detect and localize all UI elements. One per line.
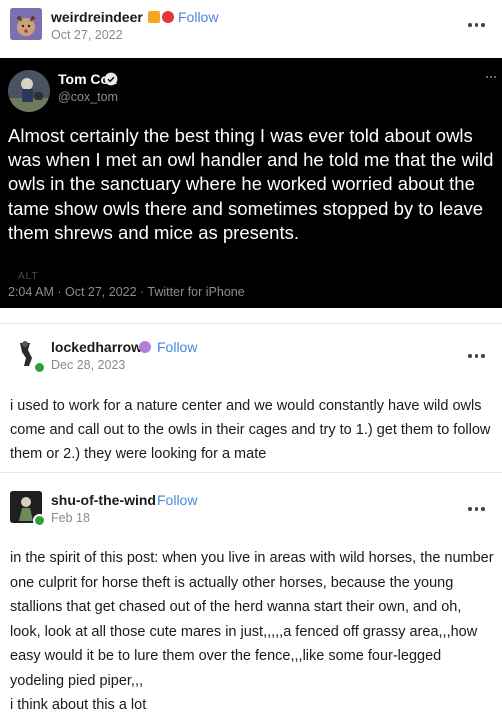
tweet-more-icon (486, 76, 496, 78)
post-header-shu-of-the-wind: shu-of-the-wind Follow Feb 18 (0, 483, 502, 531)
follow-button[interactable]: Follow (157, 492, 197, 508)
online-status-indicator (33, 361, 46, 374)
avatar-weirdreindeer[interactable] (10, 8, 42, 40)
tweet-text: Almost certainly the best thing I was ev… (8, 125, 494, 243)
more-options-icon[interactable] (468, 504, 488, 514)
tweet-avatar (8, 70, 50, 112)
purple-badge-icon (139, 341, 151, 353)
red-badge-icon (162, 11, 174, 23)
alt-tag: ALT (18, 271, 39, 282)
person-avatar-icon (8, 70, 50, 112)
follow-button[interactable]: Follow (157, 339, 197, 355)
embedded-tweet: Tom Cox @cox_tom Almost certainly the be… (0, 58, 502, 308)
post-header-lockedharrow: lockedharrow Follow Dec 28, 2023 (0, 330, 502, 378)
reply-text: i used to work for a nature center and w… (10, 398, 491, 462)
post-date: Feb 18 (51, 511, 90, 525)
post-date: Oct 27, 2022 (51, 28, 123, 42)
post-date: Dec 28, 2023 (51, 358, 126, 372)
follow-button[interactable]: Follow (178, 9, 218, 25)
tweet-author-handle: @cox_tom (58, 90, 118, 104)
tweet-meta: 2:04 AM · Oct 27, 2022 · Twitter for iPh… (8, 285, 245, 299)
username[interactable]: shu-of-the-wind (51, 492, 156, 508)
verified-icon (104, 72, 118, 86)
gift-badge-icon (148, 11, 160, 23)
username[interactable]: weirdreindeer (51, 9, 143, 25)
more-options-icon[interactable] (468, 351, 488, 361)
online-status-indicator (33, 514, 46, 527)
reply-text-followup: i think about this a lot (10, 697, 147, 713)
divider (0, 323, 502, 324)
username[interactable]: lockedharrow (51, 339, 142, 355)
reindeer-avatar-icon (10, 8, 42, 40)
more-options-icon[interactable] (468, 20, 488, 30)
divider (0, 472, 502, 473)
reply-text: in the spirit of this post: when you liv… (10, 550, 494, 689)
post-header-weirdreindeer: weirdreindeer Follow Oct 27, 2022 (0, 0, 502, 48)
